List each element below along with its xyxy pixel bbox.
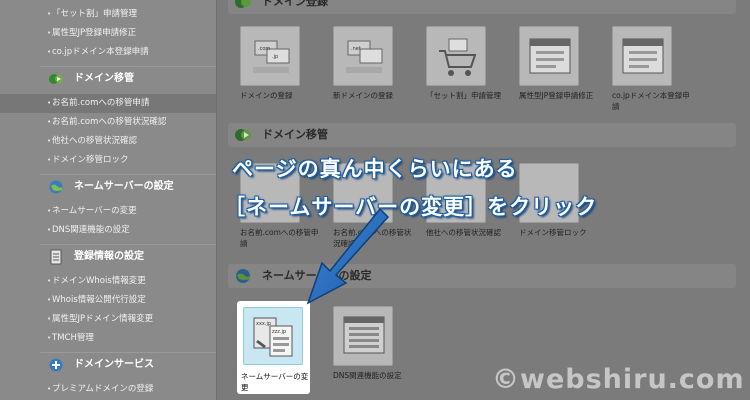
svg-text:.com: .com <box>258 46 270 52</box>
tile-label: 新ドメインの登録 <box>333 91 393 100</box>
sidebar-heading-label: ドメイン移管 <box>74 73 134 84</box>
sidebar-item-label: 「セット割」申請管理 <box>52 9 138 19</box>
sidebar-item-label: 他社への移管状況確認 <box>52 136 138 146</box>
sidebar-item-label: co.jpドメイン本登録申請 <box>52 47 149 57</box>
sidebar-item-set-discount[interactable]: 「セット割」申請管理 <box>0 5 216 24</box>
sidebar-item-whois-change[interactable]: ドメインWhois情報変更 <box>0 272 216 291</box>
sidebar-item-jp-fix[interactable]: 属性型JP登録申請修正 <box>0 24 216 43</box>
divider <box>40 352 216 353</box>
watermark: ©webshiru.com <box>492 364 745 395</box>
domain-cards-icon: .net <box>346 40 383 73</box>
globe-icon <box>236 269 250 283</box>
sidebar-item-label: お名前.comへの移管申請 <box>52 98 150 108</box>
tile-label: 他社への移管状況確認 <box>426 228 501 237</box>
tile-icon-box <box>519 26 579 86</box>
tile-label: ネームサーバーの変更 <box>241 372 309 392</box>
document-icon <box>50 249 62 265</box>
sidebar-item-premium-domain[interactable]: プレミアムドメインの登録 <box>0 380 216 399</box>
instruction-line-1: ページの真ん中くらいにある <box>232 157 518 181</box>
tile-label: co.jpドメイン本登録申請 <box>612 91 690 111</box>
svg-text:.net: .net <box>351 46 361 52</box>
shopping-cart-icon <box>439 38 477 76</box>
sidebar-item-transfer-status[interactable]: お名前.comへの移管状況確認 <box>0 113 216 132</box>
divider <box>40 244 216 245</box>
globe-icon <box>49 180 63 194</box>
tile-icon-box <box>333 306 393 366</box>
sidebar-item-nameserver-change[interactable]: ネームサーバーの変更 <box>0 202 216 221</box>
tile-label: ドメイン移管ロック <box>519 228 587 237</box>
tile-icon-box <box>612 26 672 86</box>
tile-label: 属性型JP登録申請修正 <box>519 91 594 100</box>
sidebar-item-tmch[interactable]: TMCH管理 <box>0 329 216 348</box>
transfer-icon <box>49 74 63 84</box>
domain-icon <box>235 0 251 8</box>
browser-window-icon <box>622 38 664 74</box>
screen: 「セット割」申請管理 属性型JP登録申請修正 co.jpドメイン本登録申請 ドメ… <box>0 0 750 400</box>
tile-domain-register[interactable]: .com .jp ドメインの登録 <box>240 26 322 101</box>
section-heading-label: ドメイン移管 <box>262 128 328 141</box>
sidebar-item-jp-info-change[interactable]: 属性型JPドメイン情報変更 <box>0 310 216 329</box>
svg-text:.jp: .jp <box>272 54 278 60</box>
tile-label: 「セット割」申請管理 <box>426 91 501 100</box>
divider <box>40 66 216 67</box>
divider <box>40 174 216 175</box>
sidebar-item-label: ネームサーバーの変更 <box>52 206 137 216</box>
sidebar-item-label: ドメイン移管ロック <box>52 155 129 165</box>
sidebar-heading-nameserver: ネームサーバーの設定 <box>40 176 216 198</box>
tile-icon-box: .net <box>333 26 393 86</box>
svg-text:zzz.jp: zzz.jp <box>272 329 286 335</box>
server-documents-icon: xxx.jp zzz.jp <box>253 317 293 357</box>
arrow-pointer <box>306 207 390 305</box>
sidebar-item-transfer-apply[interactable]: お名前.comへの移管申請 <box>0 94 216 113</box>
sidebar-item-label: プレミアムドメインの登録 <box>52 384 154 394</box>
section-heading-transfer: ドメイン移管 <box>228 123 736 147</box>
tile-new-domain-register[interactable]: .net 新ドメインの登録 <box>333 26 415 101</box>
sidebar-item-label: TMCH管理 <box>52 333 94 343</box>
sidebar-item-label: ドメインWhois情報変更 <box>52 276 146 286</box>
sidebar-heading-transfer: ドメイン移管 <box>40 68 216 90</box>
sidebar-heading-domain-service: ドメインサービス <box>40 354 216 376</box>
browser-window-icon <box>529 38 571 74</box>
sidebar-item-other-transfer[interactable]: 他社への移管状況確認 <box>0 132 216 151</box>
tile-jp-register-fix[interactable]: 属性型JP登録申請修正 <box>519 26 601 101</box>
sidebar-heading-label: ドメインサービス <box>74 359 154 370</box>
tile-dns-settings[interactable]: DNS関連機能の設定 <box>333 306 415 381</box>
tile-icon-box: xxx.jp zzz.jp <box>243 307 303 365</box>
tile-label: DNS関連機能の設定 <box>333 371 402 380</box>
transfer-icon <box>235 129 251 141</box>
tile-nameserver-change[interactable]: xxx.jp zzz.jp ネームサーバーの変更 <box>237 301 310 394</box>
sidebar-item-label: 属性型JPドメイン情報変更 <box>52 314 154 324</box>
sidebar-item-dns-settings[interactable]: DNS関連機能の設定 <box>0 221 216 240</box>
sidebar-item-transfer-lock[interactable]: ドメイン移管ロック <box>0 151 216 170</box>
tile-cojp-register[interactable]: co.jpドメイン本登録申請 <box>612 26 694 112</box>
tile-set-discount[interactable]: 「セット割」申請管理 <box>426 26 508 101</box>
dns-window-icon <box>343 316 385 354</box>
sidebar-item-label: Whois情報公開代行設定 <box>52 295 146 305</box>
sidebar-item-label: お名前.comへの移管状況確認 <box>52 117 167 127</box>
sidebar-item-label: 属性型JP登録申請修正 <box>52 28 137 38</box>
sidebar-heading-registration: 登録情報の設定 <box>40 246 216 268</box>
sidebar-item-cojp-register[interactable]: co.jpドメイン本登録申請 <box>0 43 216 62</box>
sidebar-item-whois-proxy[interactable]: Whois情報公開代行設定 <box>0 291 216 310</box>
sidebar-heading-label: 登録情報の設定 <box>74 251 144 262</box>
tile-icon-box: .com .jp <box>240 26 300 86</box>
sidebar-heading-label: ネームサーバーの設定 <box>74 181 174 192</box>
svg-text:xxx.jp: xxx.jp <box>256 321 271 327</box>
section-heading-register: ドメイン登録 <box>228 0 736 14</box>
plus-circle-icon <box>49 358 63 372</box>
domain-cards-icon: .com .jp <box>253 40 290 73</box>
tile-label: ドメインの登録 <box>240 91 293 100</box>
tile-icon-box <box>426 26 486 86</box>
sidebar-item-label: DNS関連機能の設定 <box>52 225 130 235</box>
instruction-line-2: ［ネームサーバーの変更］をクリック <box>224 195 598 219</box>
section-heading-label: ドメイン登録 <box>262 0 328 8</box>
